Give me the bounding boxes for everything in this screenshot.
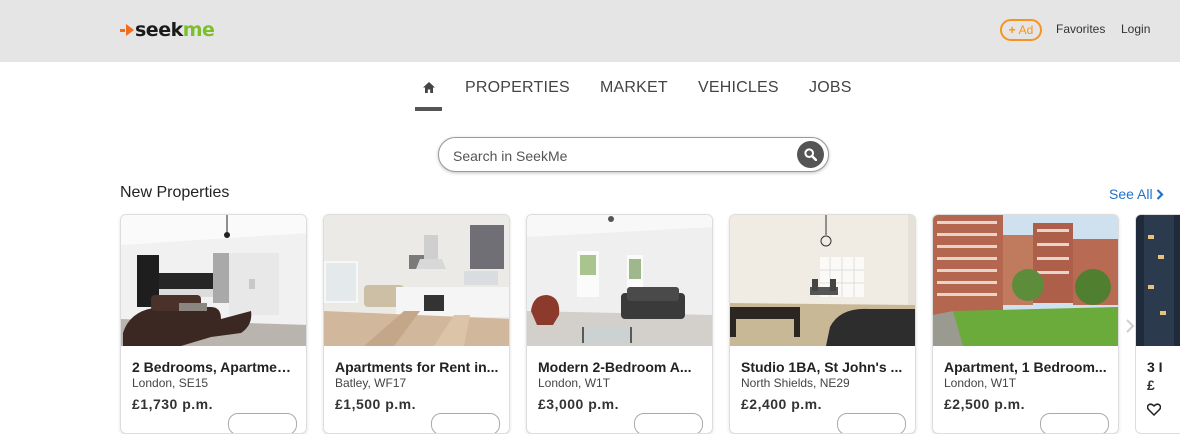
login-link[interactable]: Login [1121, 22, 1150, 36]
logo-text: seekme [135, 19, 215, 41]
card-action-button[interactable] [634, 413, 703, 433]
property-price: £2,500 p.m. [944, 396, 1025, 412]
nav-home-tab[interactable] [415, 78, 442, 111]
property-card[interactable]: Apartments for Rent in... Batley, WF17 £… [323, 214, 510, 434]
top-bar: seekme + Ad Favorites Login [0, 0, 1180, 62]
active-tab-indicator [415, 107, 442, 111]
property-location: Batley, WF17 [335, 376, 407, 390]
tab-jobs[interactable]: JOBS [809, 79, 852, 97]
section-title: New Properties [120, 184, 230, 201]
card-action-button[interactable] [837, 413, 906, 433]
property-location: North Shields, NE29 [741, 376, 850, 390]
plus-icon: + [1008, 23, 1016, 37]
property-price: £ [1147, 377, 1155, 393]
tab-properties[interactable]: PROPERTIES [465, 79, 570, 97]
property-price: £2,400 p.m. [741, 396, 822, 412]
property-title: Apartments for Rent in... [335, 359, 499, 375]
property-image [730, 215, 915, 346]
property-card[interactable]: 3 I £ [1135, 214, 1180, 434]
property-title: 2 Bedrooms, Apartment... [132, 359, 297, 375]
tab-market[interactable]: MARKET [600, 79, 668, 97]
property-title: Modern 2-Bedroom A... [538, 359, 692, 375]
property-card[interactable]: Modern 2-Bedroom A... London, W1T £3,000… [526, 214, 713, 434]
property-card[interactable]: Apartment, 1 Bedroom... London, W1T £2,5… [932, 214, 1119, 434]
property-location: London, SE15 [132, 376, 209, 390]
search-bar [438, 137, 829, 172]
category-nav: PROPERTIES MARKET VEHICLES JOBS [0, 78, 1180, 112]
post-ad-label: Ad [1018, 23, 1034, 37]
card-action-button[interactable] [1040, 413, 1109, 433]
property-image [121, 215, 306, 346]
property-image [324, 215, 509, 346]
carousel-next-icon[interactable] [1125, 318, 1135, 334]
card-action-button[interactable] [431, 413, 500, 433]
search-input[interactable] [451, 144, 785, 168]
see-all-link[interactable]: See All [1109, 186, 1164, 202]
home-icon [423, 82, 435, 93]
search-icon [804, 148, 817, 161]
heart-icon[interactable] [1147, 403, 1161, 416]
property-location: London, W1T [944, 376, 1017, 390]
chevron-right-icon [1156, 188, 1164, 200]
property-title: Studio 1BA, St John's ... [741, 359, 903, 375]
see-all-label: See All [1109, 186, 1153, 202]
property-image [1136, 215, 1180, 346]
post-ad-button[interactable]: + Ad [1000, 19, 1042, 41]
property-price: £1,500 p.m. [335, 396, 416, 412]
logo-dash [120, 28, 125, 32]
property-title: Apartment, 1 Bedroom... [944, 359, 1107, 375]
search-button[interactable] [797, 141, 824, 168]
property-title: 3 I [1147, 359, 1163, 375]
property-card[interactable]: Studio 1BA, St John's ... North Shields,… [729, 214, 916, 434]
logo-me-text: me [182, 19, 215, 41]
property-image [527, 215, 712, 346]
logo-arrow-icon [126, 24, 134, 36]
logo-seek-text: seek [135, 19, 183, 41]
property-image [933, 215, 1118, 346]
property-card[interactable]: 2 Bedrooms, Apartment... London, SE15 £1… [120, 214, 307, 434]
favorites-link[interactable]: Favorites [1056, 22, 1105, 36]
property-location: London, W1T [538, 376, 611, 390]
property-price: £1,730 p.m. [132, 396, 213, 412]
card-action-button[interactable] [228, 413, 297, 433]
property-price: £3,000 p.m. [538, 396, 619, 412]
seekme-logo[interactable]: seekme [120, 18, 215, 42]
tab-vehicles[interactable]: VEHICLES [698, 79, 779, 97]
